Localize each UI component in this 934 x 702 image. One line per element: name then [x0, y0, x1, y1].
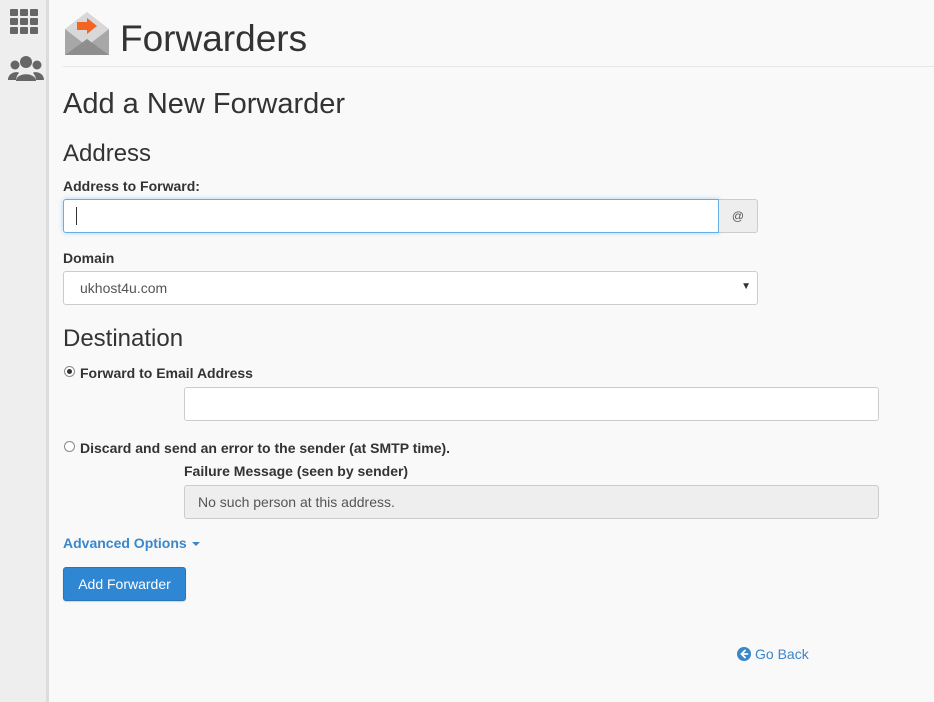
- app-title: Forwarders: [120, 18, 308, 59]
- domain-label: Domain: [63, 250, 115, 266]
- domain-selected-value: ukhost4u.com: [80, 280, 168, 296]
- forward-email-input[interactable]: [184, 387, 879, 421]
- address-to-forward-label: Address to Forward:: [63, 178, 200, 194]
- address-section-heading: Address: [63, 140, 152, 167]
- address-input-group: @: [63, 199, 758, 233]
- destination-section-heading: Destination: [63, 325, 184, 352]
- page-header: Forwarders: [63, 8, 934, 67]
- failure-message-label: Failure Message (seen by sender): [184, 463, 409, 479]
- failure-message-value: No such person at this address.: [198, 494, 395, 510]
- sidebar: [0, 0, 49, 702]
- users-icon[interactable]: [8, 54, 44, 84]
- advanced-options-label: Advanced Options: [63, 535, 187, 551]
- forward-to-email-label[interactable]: Forward to Email Address: [80, 364, 253, 382]
- forwarders-logo-icon: [65, 12, 109, 55]
- address-to-forward-input[interactable]: [63, 199, 719, 233]
- failure-message-input[interactable]: No such person at this address.: [184, 485, 879, 519]
- chevron-down-icon: ▼: [741, 281, 751, 292]
- add-forwarder-button[interactable]: Add Forwarder: [63, 567, 186, 601]
- page-title: Add a New Forwarder: [63, 88, 346, 120]
- forward-to-email-radio[interactable]: [64, 366, 75, 377]
- discard-label[interactable]: Discard and send an error to the sender …: [80, 439, 450, 457]
- go-back-label: Go Back: [755, 646, 809, 662]
- discard-radio[interactable]: [64, 441, 75, 452]
- domain-select[interactable]: ukhost4u.com ▼: [63, 271, 758, 305]
- arrow-left-circle-icon: [737, 647, 751, 661]
- advanced-options-toggle[interactable]: Advanced Options: [63, 535, 200, 551]
- caret-down-icon: [191, 542, 200, 547]
- at-symbol-addon: @: [719, 199, 758, 233]
- grid-icon[interactable]: [8, 8, 40, 36]
